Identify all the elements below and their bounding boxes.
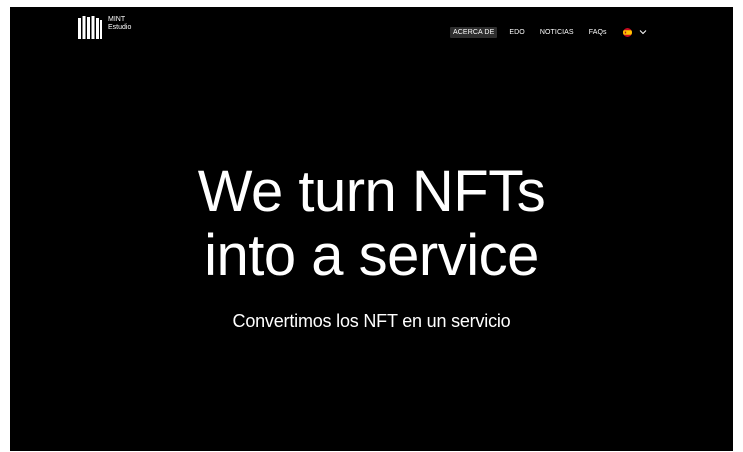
site-logo[interactable]: MINT Estudio: [77, 15, 131, 41]
mint-logo-icon: [78, 16, 102, 39]
nav-item-faqs[interactable]: FAQs: [586, 27, 610, 38]
browser-viewport: MINT Estudio ACERCA DE EDO NOTICIAS FAQs: [10, 7, 733, 451]
chevron-down-icon: [639, 30, 646, 35]
hero-title-line-1: We turn NFTs: [197, 159, 546, 224]
language-selector[interactable]: [622, 27, 647, 37]
hero-title-line-2: into a service: [204, 223, 539, 288]
hero-title: We turn NFTs into a service: [10, 160, 733, 288]
nav-item-edo[interactable]: EDO: [506, 27, 527, 38]
logo-text: MINT Estudio: [108, 15, 131, 32]
logo-line-2: Estudio: [108, 24, 132, 31]
main-nav: ACERCA DE EDO NOTICIAS FAQs: [450, 24, 647, 40]
nav-item-acerca-de[interactable]: ACERCA DE: [450, 26, 498, 38]
logo-line-1: MINT: [108, 16, 126, 23]
spain-flag-icon: [622, 27, 632, 37]
hero-subtitle: Convertimos los NFT en un servicio: [232, 311, 511, 331]
nav-item-noticias[interactable]: NOTICIAS: [537, 27, 577, 38]
page: MINT Estudio ACERCA DE EDO NOTICIAS FAQs: [0, 0, 743, 452]
